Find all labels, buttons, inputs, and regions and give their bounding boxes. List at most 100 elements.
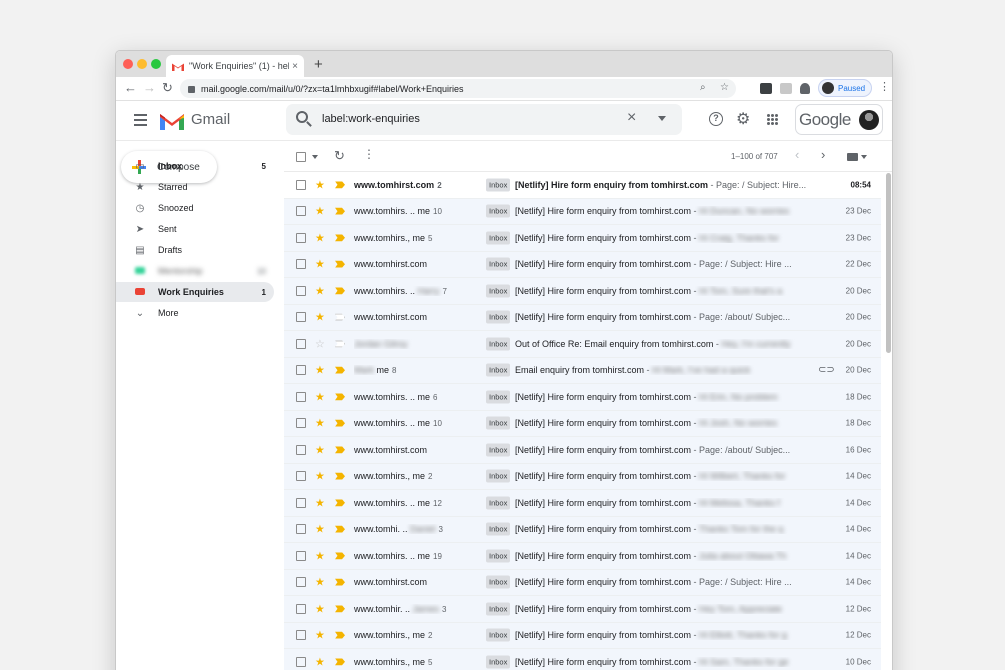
main-menu-icon[interactable] <box>134 114 147 129</box>
importance-marker-icon[interactable] <box>335 366 345 374</box>
settings-gear-icon[interactable]: ⚙ <box>736 109 750 129</box>
search-input[interactable]: label:work-enquiries <box>322 113 420 125</box>
row-checkbox[interactable] <box>296 550 306 561</box>
table-row[interactable]: ★ www.tomhir. .. James 3 Inbox [Netlify] Hir… <box>284 596 881 623</box>
star-icon[interactable]: ★ <box>315 655 325 668</box>
label-chip[interactable]: Inbox <box>486 363 511 377</box>
browser-menu-icon[interactable]: ⋮ <box>879 80 890 93</box>
star-icon[interactable]: ★ <box>315 470 325 483</box>
label-chip[interactable]: Inbox <box>486 337 511 351</box>
sidebar-item-starred[interactable]: ★ Starred <box>116 177 274 197</box>
table-row[interactable]: ★ www.tomhirs. .. me 12 Inbox [Netlify] Hire… <box>284 490 881 517</box>
label-chip[interactable]: Inbox <box>486 310 511 324</box>
puzzle-extensions-icon[interactable] <box>800 83 810 94</box>
star-icon[interactable]: ★ <box>315 311 325 324</box>
close-window-button[interactable] <box>123 59 133 69</box>
label-chip[interactable]: Inbox <box>486 575 511 589</box>
forward-button[interactable]: → <box>143 80 156 95</box>
row-checkbox[interactable] <box>296 577 306 588</box>
sidebar-item-mentorship[interactable]: Mentorship 10 <box>116 261 274 281</box>
label-chip[interactable]: Inbox <box>486 496 511 510</box>
label-chip[interactable]: Inbox <box>486 602 511 616</box>
label-chip[interactable]: Inbox <box>486 231 511 245</box>
table-row[interactable]: ★ www.tomhirs. .. Harry 7 Inbox [Netlify] Hi… <box>284 278 881 305</box>
importance-marker-icon[interactable] <box>335 525 345 533</box>
sidebar-item-snoozed[interactable]: ◷ Snoozed <box>116 198 274 218</box>
table-row[interactable]: ★ www.tomhirst.com Inbox [Netlify] Hire for… <box>284 437 881 464</box>
sidebar-item-inbox[interactable]: ▭ Inbox 5 <box>116 156 274 176</box>
row-checkbox[interactable] <box>296 471 306 482</box>
table-row[interactable]: ★ www.tomhirs., me 5 Inbox [Netlify] Hire fo… <box>284 649 881 670</box>
sidebar-item-work-enquiries[interactable]: Work Enquiries 1 <box>116 282 274 302</box>
extension-icon[interactable] <box>780 83 792 94</box>
sidebar-item-sent[interactable]: ➤ Sent <box>116 219 274 239</box>
row-checkbox[interactable] <box>296 179 306 190</box>
star-icon[interactable]: ★ <box>315 602 325 615</box>
label-chip[interactable]: Inbox <box>486 469 511 483</box>
table-row[interactable]: ★ www.tomhirs. .. me 19 Inbox [Netlify] Hire… <box>284 543 881 570</box>
apps-grid-icon[interactable] <box>767 114 778 125</box>
row-checkbox[interactable] <box>296 391 306 402</box>
profile-paused-button[interactable]: Paused <box>818 79 872 97</box>
browser-tab[interactable]: "Work Enquiries" (1) - hello@to × <box>166 55 304 77</box>
reload-button[interactable]: ↻ <box>162 80 173 96</box>
row-checkbox[interactable] <box>296 444 306 455</box>
label-chip[interactable]: Inbox <box>486 522 511 536</box>
table-row[interactable]: ☆ Jordan Gilroy Inbox Out of Office Re: Ema… <box>284 331 881 358</box>
label-chip[interactable]: Inbox <box>486 257 511 271</box>
label-chip[interactable]: Inbox <box>486 204 511 218</box>
account-avatar[interactable] <box>859 110 879 130</box>
label-chip[interactable]: Inbox <box>486 416 511 430</box>
star-icon[interactable]: ★ <box>315 443 325 456</box>
row-checkbox[interactable] <box>296 259 306 270</box>
importance-marker-icon[interactable] <box>335 260 345 268</box>
importance-marker-icon[interactable] <box>335 340 345 348</box>
table-row[interactable]: ★ www.tomhirs. .. me 10 Inbox [Netlify] Hire… <box>284 198 881 225</box>
account-switcher[interactable]: Google <box>795 104 883 135</box>
help-icon[interactable]: ? <box>709 112 723 126</box>
tab-close-icon[interactable]: × <box>292 61 298 72</box>
star-icon[interactable]: ★ <box>315 284 325 297</box>
star-icon[interactable]: ★ <box>315 496 325 509</box>
label-chip[interactable]: Inbox <box>486 549 511 563</box>
star-icon[interactable]: ★ <box>315 629 325 642</box>
row-checkbox[interactable] <box>296 338 306 349</box>
star-icon[interactable]: ★ <box>315 258 325 271</box>
label-chip[interactable]: Inbox <box>486 655 511 669</box>
sidebar-item-more[interactable]: ⌄ More <box>116 303 274 323</box>
importance-marker-icon[interactable] <box>335 313 345 321</box>
zoom-window-button[interactable] <box>151 59 161 69</box>
row-checkbox[interactable] <box>296 603 306 614</box>
row-checkbox[interactable] <box>296 285 306 296</box>
star-icon[interactable]: ★ <box>315 523 325 536</box>
row-checkbox[interactable] <box>296 656 306 667</box>
search-options-icon[interactable] <box>658 116 666 121</box>
table-row[interactable]: ★ www.tomhirst.com Inbox [Netlify] Hire for… <box>284 251 881 278</box>
label-chip[interactable]: Inbox <box>486 443 511 457</box>
table-row[interactable]: ★ www.tomhirst.com Inbox [Netlify] Hire for… <box>284 569 881 596</box>
table-row[interactable]: ★ www.tomhi. .. Daniel 3 Inbox [Netlify] Hir… <box>284 516 881 543</box>
star-icon[interactable]: ★ <box>315 178 325 191</box>
select-all-checkbox[interactable] <box>296 152 306 162</box>
star-icon[interactable]: ★ <box>315 390 325 403</box>
importance-marker-icon[interactable] <box>335 446 345 454</box>
row-checkbox[interactable] <box>296 206 306 217</box>
star-icon[interactable]: ★ <box>315 364 325 377</box>
table-row[interactable]: ★ www.tomhirs., me 5 Inbox [Netlify] Hire fo… <box>284 225 881 252</box>
extension-icon[interactable] <box>760 83 772 94</box>
row-checkbox[interactable] <box>296 497 306 508</box>
scrollbar[interactable] <box>886 173 891 353</box>
star-icon[interactable]: ★ <box>315 549 325 562</box>
star-icon[interactable]: ☆ <box>315 337 325 350</box>
search-bar[interactable]: label:work-enquiries × <box>286 104 682 135</box>
search-icon[interactable] <box>296 111 308 123</box>
table-row[interactable]: ★ www.tomhirst.com Inbox [Netlify] Hire for… <box>284 304 881 331</box>
bookmark-star-icon[interactable]: ☆ <box>720 82 729 93</box>
importance-marker-icon[interactable] <box>335 207 345 215</box>
row-checkbox[interactable] <box>296 418 306 429</box>
address-bar[interactable]: mail.google.com/mail/u/0/?zx=ta1lmhbxugi… <box>180 79 736 98</box>
row-checkbox[interactable] <box>296 232 306 243</box>
importance-marker-icon[interactable] <box>335 419 345 427</box>
keyboard-icon[interactable] <box>847 153 858 161</box>
label-chip[interactable]: Inbox <box>486 284 511 298</box>
